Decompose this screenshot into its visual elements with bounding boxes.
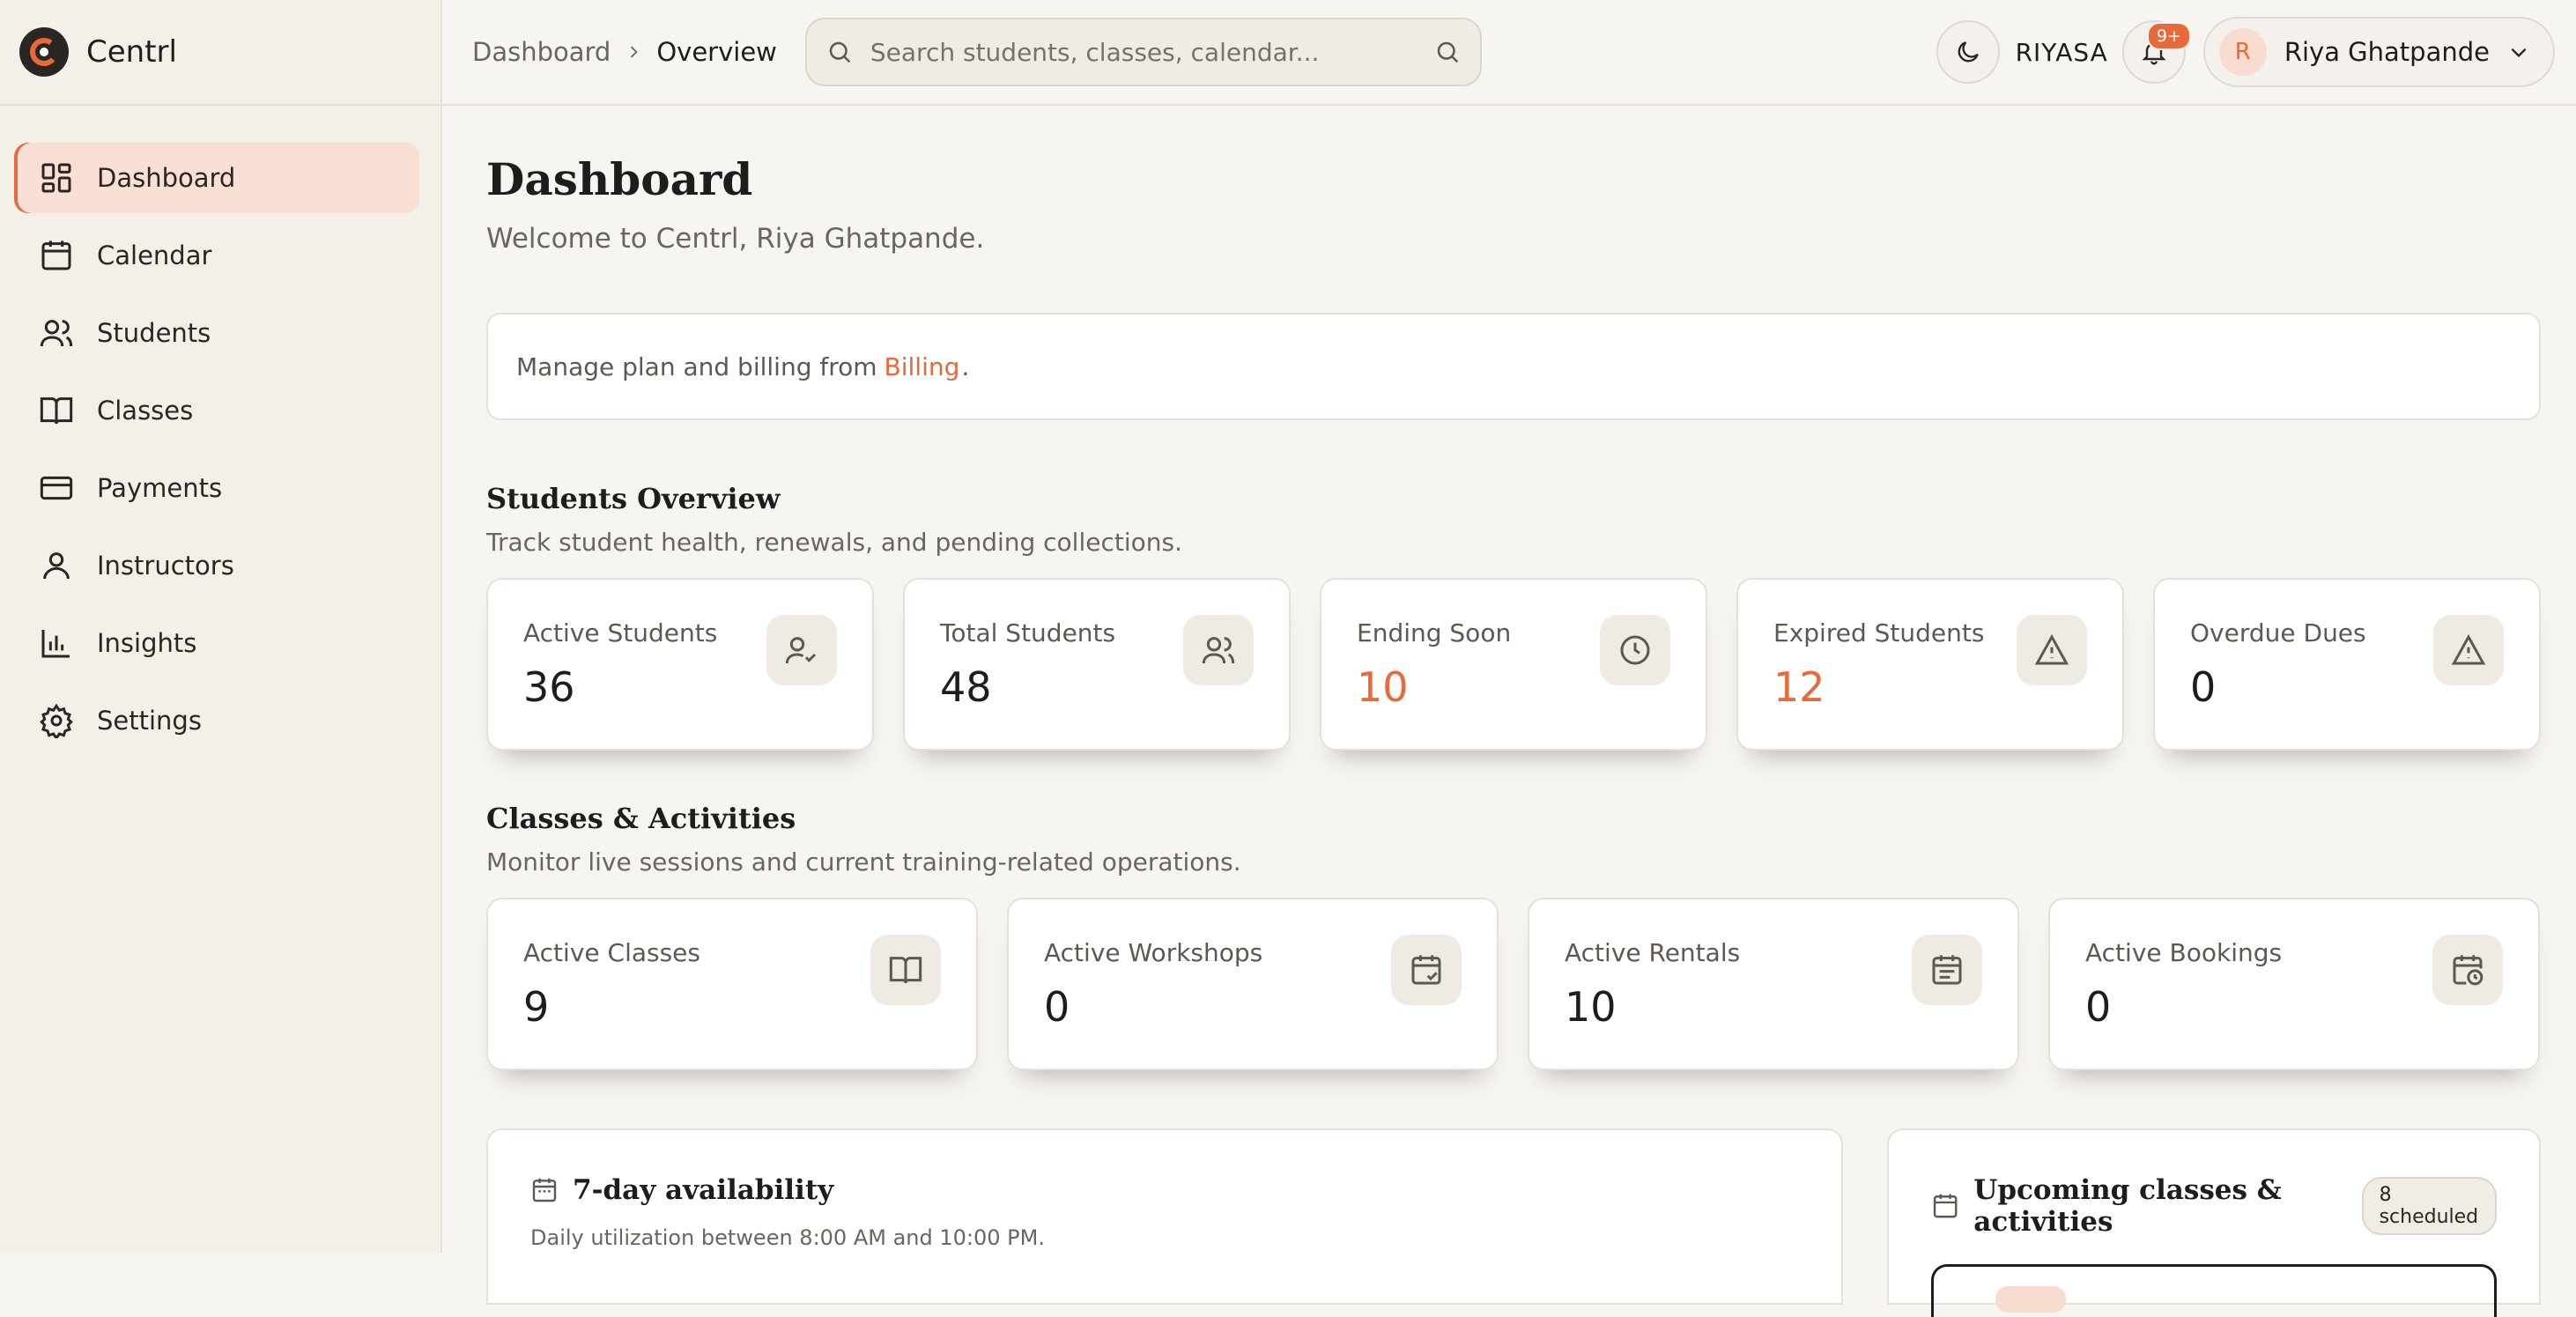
search-input[interactable]: [870, 37, 1434, 67]
sidebar-item-students[interactable]: Students: [14, 298, 419, 368]
bar-chart-icon: [41, 630, 70, 658]
sidebar-item-instructors[interactable]: Instructors: [14, 530, 419, 601]
dashboard-icon: [41, 163, 71, 193]
stat-card-expired-students[interactable]: Expired Students 12: [1736, 578, 2124, 751]
stat-card-active-rentals[interactable]: Active Rentals 10: [1528, 898, 2019, 1070]
panel-subtitle: Daily utilization between 8:00 AM and 10…: [530, 1225, 1045, 1250]
users-icon: [40, 320, 73, 347]
section-subtitle: Monitor live sessions and current traini…: [486, 847, 1241, 877]
billing-text: Manage plan and billing from: [516, 351, 877, 381]
panel-title: Upcoming classes & activities: [1973, 1174, 2282, 1238]
alert-triangle-icon: [2017, 615, 2087, 685]
section-subtitle: Track student health, renewals, and pend…: [486, 528, 1182, 557]
user-icon: [43, 552, 70, 580]
panel-title: 7-day availability: [573, 1174, 834, 1206]
calendar-check-icon: [1391, 935, 1462, 1005]
stat-card-active-students[interactable]: Active Students 36: [486, 578, 874, 751]
section-title: Classes & Activities: [486, 802, 796, 835]
breadcrumb: Dashboard Overview: [472, 37, 777, 67]
chevron-right-icon: [625, 37, 642, 67]
main-content: Dashboard Welcome to Centrl, Riya Ghatpa…: [486, 106, 2541, 1317]
book-icon: [40, 397, 73, 425]
billing-link[interactable]: Billing: [885, 352, 960, 381]
classes-cards: Active Classes 9 Active Workshops 0 Acti…: [486, 898, 2541, 1070]
topbar: Dashboard Overview RIYASA 9+ R Riya Ghat…: [442, 0, 2576, 106]
billing-notice: Manage plan and billing from Billing .: [486, 313, 2541, 420]
theme-toggle-button[interactable]: [1936, 20, 2000, 84]
classes-activities-section: Classes & Activities Monitor live sessio…: [486, 802, 2541, 1070]
welcome-message: Welcome to Centrl, Riya Ghatpande.: [486, 223, 985, 255]
calendar-icon: [41, 240, 71, 270]
user-menu[interactable]: R Riya Ghatpande: [2202, 17, 2555, 87]
stat-card-active-workshops[interactable]: Active Workshops 0: [1007, 898, 1499, 1070]
upcoming-item-chip: [1995, 1286, 2066, 1313]
sidebar-item-label: Dashboard: [97, 163, 236, 193]
sidebar-item-label: Settings: [97, 706, 202, 736]
calendar-icon: [1933, 1194, 1958, 1218]
bottom-panels: 7-day availability Daily utilization bet…: [486, 1128, 2541, 1317]
chevron-down-icon: [2511, 48, 2527, 58]
sidebar-nav: Dashboard Calendar Students Classes Paym…: [0, 106, 440, 756]
sidebar-item-label: Instructors: [97, 551, 234, 581]
sidebar-item-label: Classes: [97, 396, 194, 425]
brand-name: Centrl: [86, 34, 177, 70]
credit-card-icon: [40, 476, 73, 500]
sidebar-item-label: Students: [97, 318, 211, 348]
brand-logo-icon: [19, 27, 69, 77]
students-overview-section: Students Overview Track student health, …: [486, 482, 2541, 751]
sidebar-item-calendar[interactable]: Calendar: [14, 220, 419, 291]
alert-triangle-icon: [2433, 615, 2504, 685]
sidebar-item-insights[interactable]: Insights: [14, 608, 419, 678]
clock-icon: [1600, 615, 1670, 685]
search-submit-icon[interactable]: [1434, 39, 1461, 65]
sidebar-item-settings[interactable]: Settings: [14, 685, 419, 756]
stat-card-ending-soon[interactable]: Ending Soon 10: [1320, 578, 1707, 751]
availability-panel: 7-day availability Daily utilization bet…: [486, 1128, 1843, 1305]
scheduled-count-badge: 8 scheduled: [2361, 1177, 2498, 1235]
calendar-icon: [532, 1178, 557, 1202]
section-title: Students Overview: [486, 482, 781, 515]
brand[interactable]: Centrl: [0, 0, 440, 106]
search-icon: [829, 41, 851, 63]
sidebar: Centrl Dashboard Calendar Students Class…: [0, 0, 442, 1253]
breadcrumb-item-overview: Overview: [656, 37, 777, 67]
book-icon: [870, 935, 941, 1005]
billing-suffix: .: [961, 351, 970, 381]
users-icon: [1183, 615, 1254, 685]
search-bar[interactable]: [804, 18, 1482, 86]
user-check-icon: [766, 615, 837, 685]
stat-card-total-students[interactable]: Total Students 48: [903, 578, 1291, 751]
sidebar-item-payments[interactable]: Payments: [14, 453, 419, 523]
stat-card-active-classes[interactable]: Active Classes 9: [486, 898, 978, 1070]
calendar-list-icon: [1912, 935, 1982, 1005]
students-cards: Active Students 36 Total Students 48 End…: [486, 578, 2541, 751]
stat-card-overdue-dues[interactable]: Overdue Dues 0: [2153, 578, 2541, 751]
sidebar-item-label: Payments: [97, 473, 223, 503]
page-title: Dashboard: [486, 153, 753, 205]
calendar-clock-icon: [2432, 935, 2503, 1005]
notification-badge: 9+: [2146, 22, 2191, 50]
user-name: Riya Ghatpande: [2284, 37, 2490, 67]
topbar-actions: RIYASA 9+ R Riya Ghatpande: [1936, 17, 2555, 87]
sidebar-item-dashboard[interactable]: Dashboard: [14, 143, 419, 213]
gear-icon: [40, 703, 73, 738]
avatar: R: [2218, 28, 2267, 76]
upcoming-item[interactable]: [1931, 1264, 2497, 1317]
upcoming-panel: Upcoming classes & activities 8 schedule…: [1887, 1128, 2541, 1317]
sidebar-item-classes[interactable]: Classes: [14, 375, 419, 446]
sidebar-item-label: Calendar: [97, 240, 212, 270]
breadcrumb-item-dashboard[interactable]: Dashboard: [472, 37, 611, 67]
stat-card-active-bookings[interactable]: Active Bookings 0: [2048, 898, 2540, 1070]
moon-icon: [1958, 41, 1979, 63]
sidebar-item-label: Insights: [97, 628, 197, 658]
org-code: RIYASA: [2015, 37, 2108, 67]
notifications-button[interactable]: 9+: [2121, 20, 2191, 84]
